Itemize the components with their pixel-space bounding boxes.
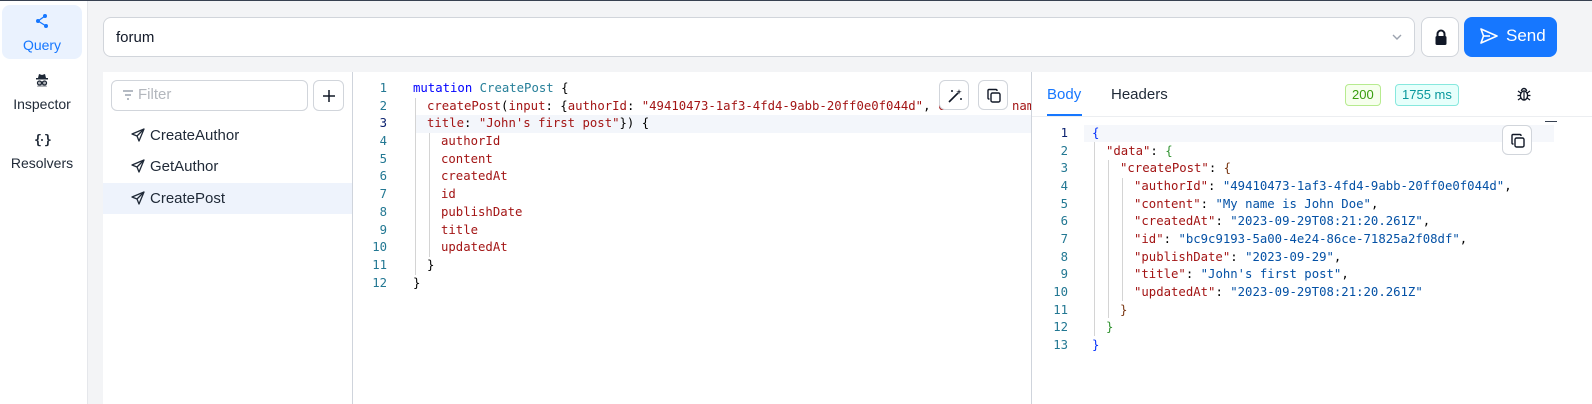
- nav-item-resolvers[interactable]: {} Resolvers: [2, 123, 82, 177]
- prettify-button[interactable]: [939, 80, 969, 110]
- line-number: 4: [1060, 179, 1068, 193]
- nav-item-label: Query: [22, 37, 62, 53]
- code-line: updatedAt: [441, 240, 508, 254]
- endpoint-value: forum: [116, 29, 155, 46]
- code-line: title: [441, 223, 479, 237]
- indent-guide: [1108, 160, 1109, 318]
- json-line: {: [1092, 126, 1100, 140]
- line-number: 3: [379, 116, 387, 130]
- operation-label: CreatePost: [150, 190, 226, 207]
- bug-icon[interactable]: [1516, 86, 1532, 106]
- json-line: "content": "My name is John Doe",: [1134, 197, 1379, 211]
- left-nav: Query Inspector {} Resolvers: [0, 1, 88, 404]
- line-number: 12: [372, 276, 387, 290]
- svg-text:}: }: [44, 133, 51, 147]
- indent-guide: [1122, 178, 1123, 301]
- code-line: title: "John's first post"}) {: [427, 116, 650, 130]
- code-line: }: [413, 276, 421, 290]
- line-number: 9: [1060, 267, 1068, 281]
- json-line: "publishDate": "2023-09-29",: [1134, 250, 1342, 264]
- tabs-divider: [1032, 116, 1592, 117]
- nav-item-label: Resolvers: [10, 155, 74, 171]
- code-line: id: [441, 187, 456, 201]
- send-button-label: Send: [1506, 26, 1546, 45]
- line-number: 8: [1060, 250, 1068, 264]
- send-button[interactable]: Send: [1464, 17, 1557, 57]
- operation-label: GetAuthor: [150, 158, 219, 175]
- copy-response-button[interactable]: [1502, 125, 1532, 155]
- tab-headers[interactable]: Headers: [1111, 86, 1168, 103]
- line-number: 2: [1060, 144, 1068, 158]
- query-editor[interactable]: 1 2 3 4 5 6 7 8 9 10 11 12 mutation Crea…: [352, 72, 1032, 404]
- braces-icon: {}: [2, 131, 82, 153]
- line-number: 11: [1053, 303, 1068, 317]
- operation-item-getauthor[interactable]: GetAuthor: [103, 151, 352, 182]
- line-number: 10: [372, 240, 387, 254]
- indent-guide: [429, 133, 430, 257]
- code-line: }: [427, 258, 435, 272]
- line-number: 11: [372, 258, 387, 272]
- nav-item-inspector[interactable]: Inspector: [2, 64, 82, 118]
- line-number: 3: [1060, 161, 1068, 175]
- copy-query-button[interactable]: [978, 80, 1008, 110]
- line-number: 7: [379, 187, 387, 201]
- line-number: 1: [1060, 126, 1068, 140]
- line-number: 4: [379, 134, 387, 148]
- json-line: "createPost": {: [1120, 161, 1232, 175]
- window-top-border: [0, 0, 1592, 1]
- json-line: }: [1092, 338, 1100, 352]
- tab-body[interactable]: Body: [1047, 86, 1081, 103]
- status-badge: 200: [1345, 84, 1381, 106]
- line-number: 1: [379, 81, 387, 95]
- line-number: 6: [379, 169, 387, 183]
- spy-icon: [2, 72, 82, 94]
- lock-button[interactable]: [1421, 17, 1459, 57]
- response-panel: Body Headers 200 1755 ms 1 2 3 4 5 6 7 8…: [1032, 72, 1592, 404]
- code-line: mutation CreatePost {: [413, 81, 569, 95]
- scrollbar-indicator: [1545, 121, 1557, 122]
- current-line-highlight: [1084, 125, 1554, 142]
- line-number: 7: [1060, 232, 1068, 246]
- line-number: 5: [379, 152, 387, 166]
- nav-item-label: Inspector: [13, 96, 71, 112]
- line-number: 10: [1053, 285, 1068, 299]
- add-operation-button[interactable]: [313, 80, 344, 111]
- code-line: content: [441, 152, 493, 166]
- json-line: "updatedAt": "2023-09-29T08:21:20.261Z": [1134, 285, 1423, 299]
- code-line: createdAt: [441, 169, 508, 183]
- chevron-down-icon: [1390, 30, 1404, 48]
- code-line: publishDate: [441, 205, 523, 219]
- line-number: 9: [379, 223, 387, 237]
- line-number: 2: [379, 99, 387, 113]
- line-number: 13: [1053, 338, 1068, 352]
- svg-text:{: {: [34, 133, 42, 147]
- operation-item-createpost[interactable]: CreatePost: [103, 183, 352, 214]
- graph-nodes-icon: [2, 13, 82, 35]
- json-line: "id": "bc9c9193-5a00-4e24-86ce-71825a2f0…: [1134, 232, 1468, 246]
- operation-label: CreateAuthor: [150, 127, 240, 144]
- json-line: "createdAt": "2023-09-29T08:21:20.261Z",: [1134, 214, 1431, 228]
- json-line: }: [1106, 320, 1114, 334]
- code-line: authorId: [441, 134, 501, 148]
- json-line: }: [1120, 303, 1128, 317]
- line-number: 5: [1060, 197, 1068, 211]
- line-number: 12: [1053, 320, 1068, 334]
- operation-item-createauthor[interactable]: CreateAuthor: [103, 120, 352, 151]
- filter-field: [111, 80, 308, 111]
- filter-input[interactable]: [138, 86, 298, 103]
- json-line: "title": "John's first post",: [1134, 267, 1349, 281]
- json-line: "data": {: [1106, 144, 1173, 158]
- operations-panel: CreateAuthor GetAuthor CreatePost: [103, 72, 352, 404]
- indent-guide: [1094, 142, 1095, 336]
- endpoint-select[interactable]: forum: [103, 17, 1415, 57]
- nav-item-query[interactable]: Query: [2, 5, 82, 59]
- line-number: 8: [379, 205, 387, 219]
- response-time-badge: 1755 ms: [1395, 84, 1459, 106]
- indent-guide: [415, 98, 416, 275]
- json-line: "authorId": "49410473-1af3-4fd4-9abb-20f…: [1134, 179, 1512, 193]
- line-number: 6: [1060, 214, 1068, 228]
